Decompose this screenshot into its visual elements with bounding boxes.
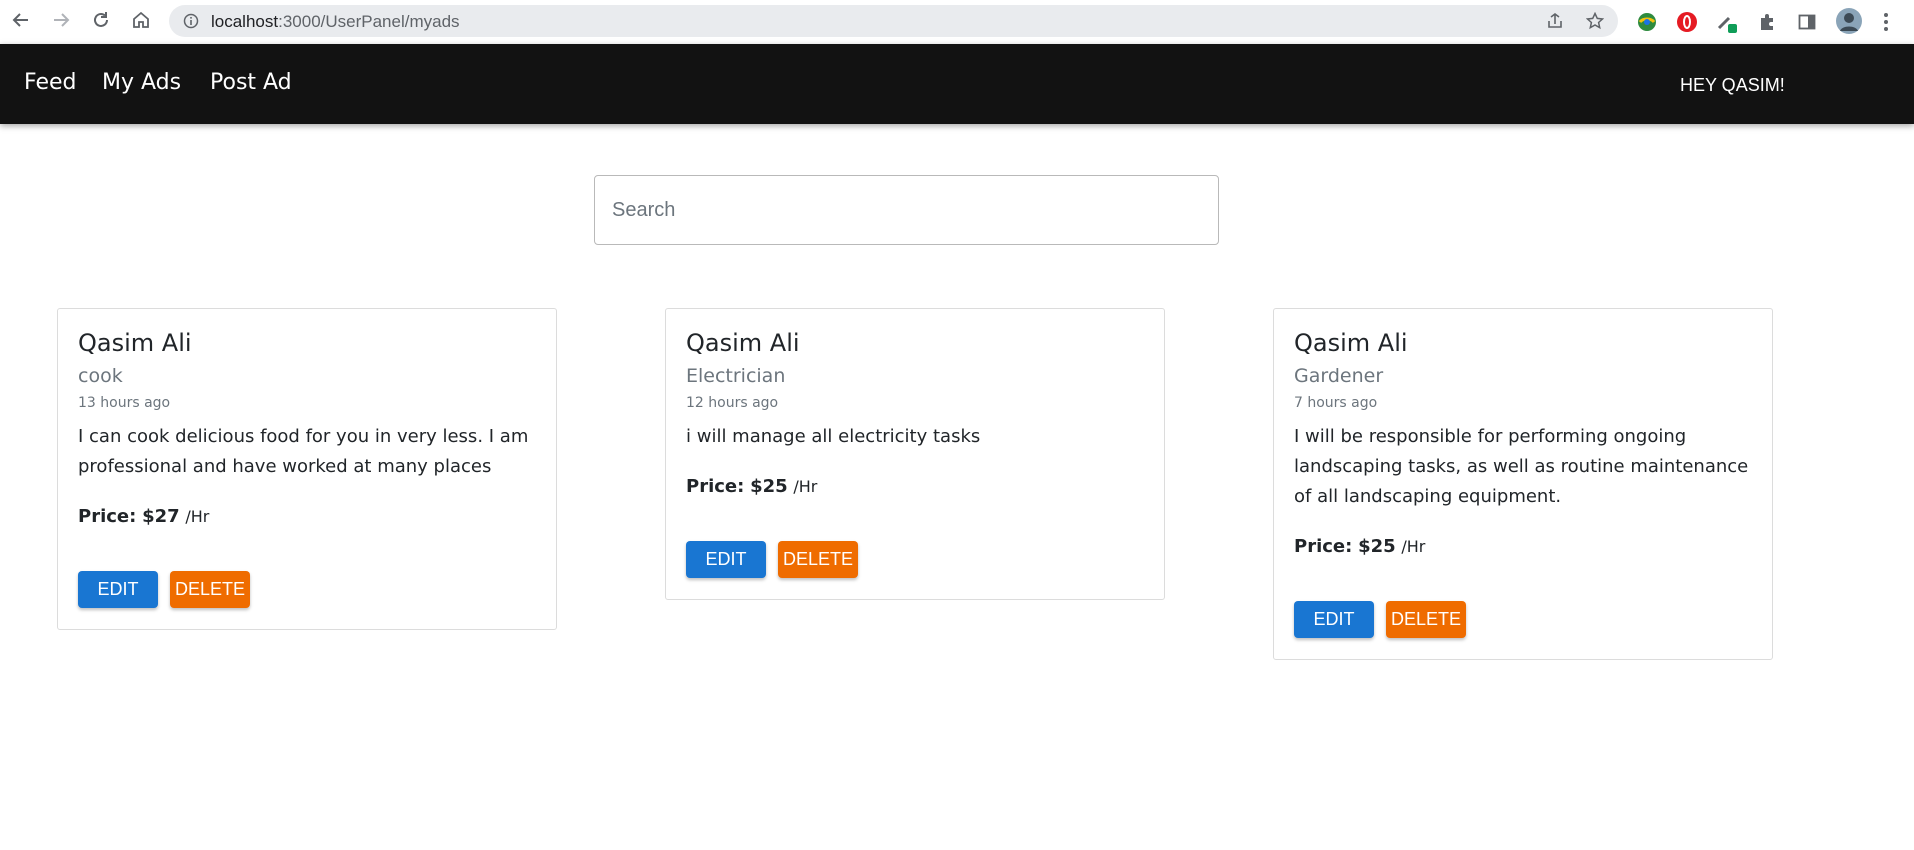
price-amount: $25 xyxy=(750,476,788,497)
ad-card-description: I can cook delicious food for you in ver… xyxy=(78,426,529,477)
url-path: :3000/UserPanel/myads xyxy=(278,12,460,31)
url-text: localhost:3000/UserPanel/myads xyxy=(211,12,460,32)
ad-card: Qasim Ali cook 13 hours ago I can cook d… xyxy=(57,308,557,630)
ad-card-name: Qasim Ali xyxy=(686,329,800,357)
app-navbar: Feed My Ads Post Ad HEY QASIM! xyxy=(0,44,1914,124)
ad-card-price: Price: $25 /Hr xyxy=(1294,536,1425,557)
price-unit: /Hr xyxy=(1401,537,1426,556)
ad-card-price: Price: $25 /Hr xyxy=(686,476,817,497)
ad-card-category: Gardener xyxy=(1294,365,1384,387)
price-unit: /Hr xyxy=(185,507,210,526)
star-icon[interactable] xyxy=(1585,11,1605,30)
delete-button[interactable]: DELETE xyxy=(778,541,858,578)
price-label: Price: xyxy=(686,476,745,497)
ad-card-time: 13 hours ago xyxy=(78,395,171,411)
kebab-menu-icon[interactable] xyxy=(1874,10,1898,34)
avatar[interactable] xyxy=(1835,7,1863,35)
nav-link-feed[interactable]: Feed xyxy=(24,70,77,95)
forward-icon[interactable] xyxy=(48,7,74,33)
browser-toolbar: localhost:3000/UserPanel/myads xyxy=(0,0,1914,44)
ad-card-category: cook xyxy=(78,365,123,387)
share-icon[interactable] xyxy=(1546,12,1564,30)
sidebar-icon[interactable] xyxy=(1795,10,1819,34)
address-bar[interactable]: localhost:3000/UserPanel/myads xyxy=(169,5,1618,37)
extension-icon[interactable] xyxy=(1635,10,1659,34)
ad-card-category: Electrician xyxy=(686,365,786,387)
price-label: Price: xyxy=(1294,536,1353,557)
ad-card-price: Price: $27 /Hr xyxy=(78,506,209,527)
nav-link-post-ad[interactable]: Post Ad xyxy=(210,70,292,95)
info-icon[interactable] xyxy=(183,13,199,29)
ad-card-description: I will be responsible for performing ong… xyxy=(1294,426,1749,507)
edit-button[interactable]: EDIT xyxy=(686,541,766,578)
ad-card-name: Qasim Ali xyxy=(78,329,192,357)
price-amount: $25 xyxy=(1358,536,1396,557)
url-host: localhost xyxy=(211,12,279,31)
price-unit: /Hr xyxy=(793,477,818,496)
search-input[interactable] xyxy=(594,175,1219,245)
user-greeting: HEY QASIM! xyxy=(1680,75,1785,95)
edit-button[interactable]: EDIT xyxy=(78,571,158,608)
reload-icon[interactable] xyxy=(88,7,114,33)
ad-card-time: 7 hours ago xyxy=(1294,395,1378,411)
ad-card-time: 12 hours ago xyxy=(686,395,779,411)
ad-card-name: Qasim Ali xyxy=(1294,329,1408,357)
ad-card-description: i will manage all electricity tasks xyxy=(686,426,981,447)
nav-link-my-ads[interactable]: My Ads xyxy=(102,70,181,95)
extension-icon[interactable] xyxy=(1715,10,1739,34)
home-icon[interactable] xyxy=(128,7,154,33)
price-label: Price: xyxy=(78,506,137,527)
back-icon[interactable] xyxy=(8,7,34,33)
delete-button[interactable]: DELETE xyxy=(1386,601,1466,638)
delete-button[interactable]: DELETE xyxy=(170,571,250,608)
ad-card: Qasim Ali Gardener 7 hours ago I will be… xyxy=(1273,308,1773,660)
price-amount: $27 xyxy=(142,506,180,527)
edit-button[interactable]: EDIT xyxy=(1294,601,1374,638)
puzzle-icon[interactable] xyxy=(1755,10,1779,34)
ad-card: Qasim Ali Electrician 12 hours ago i wil… xyxy=(665,308,1165,600)
extension-icon[interactable] xyxy=(1675,10,1699,34)
